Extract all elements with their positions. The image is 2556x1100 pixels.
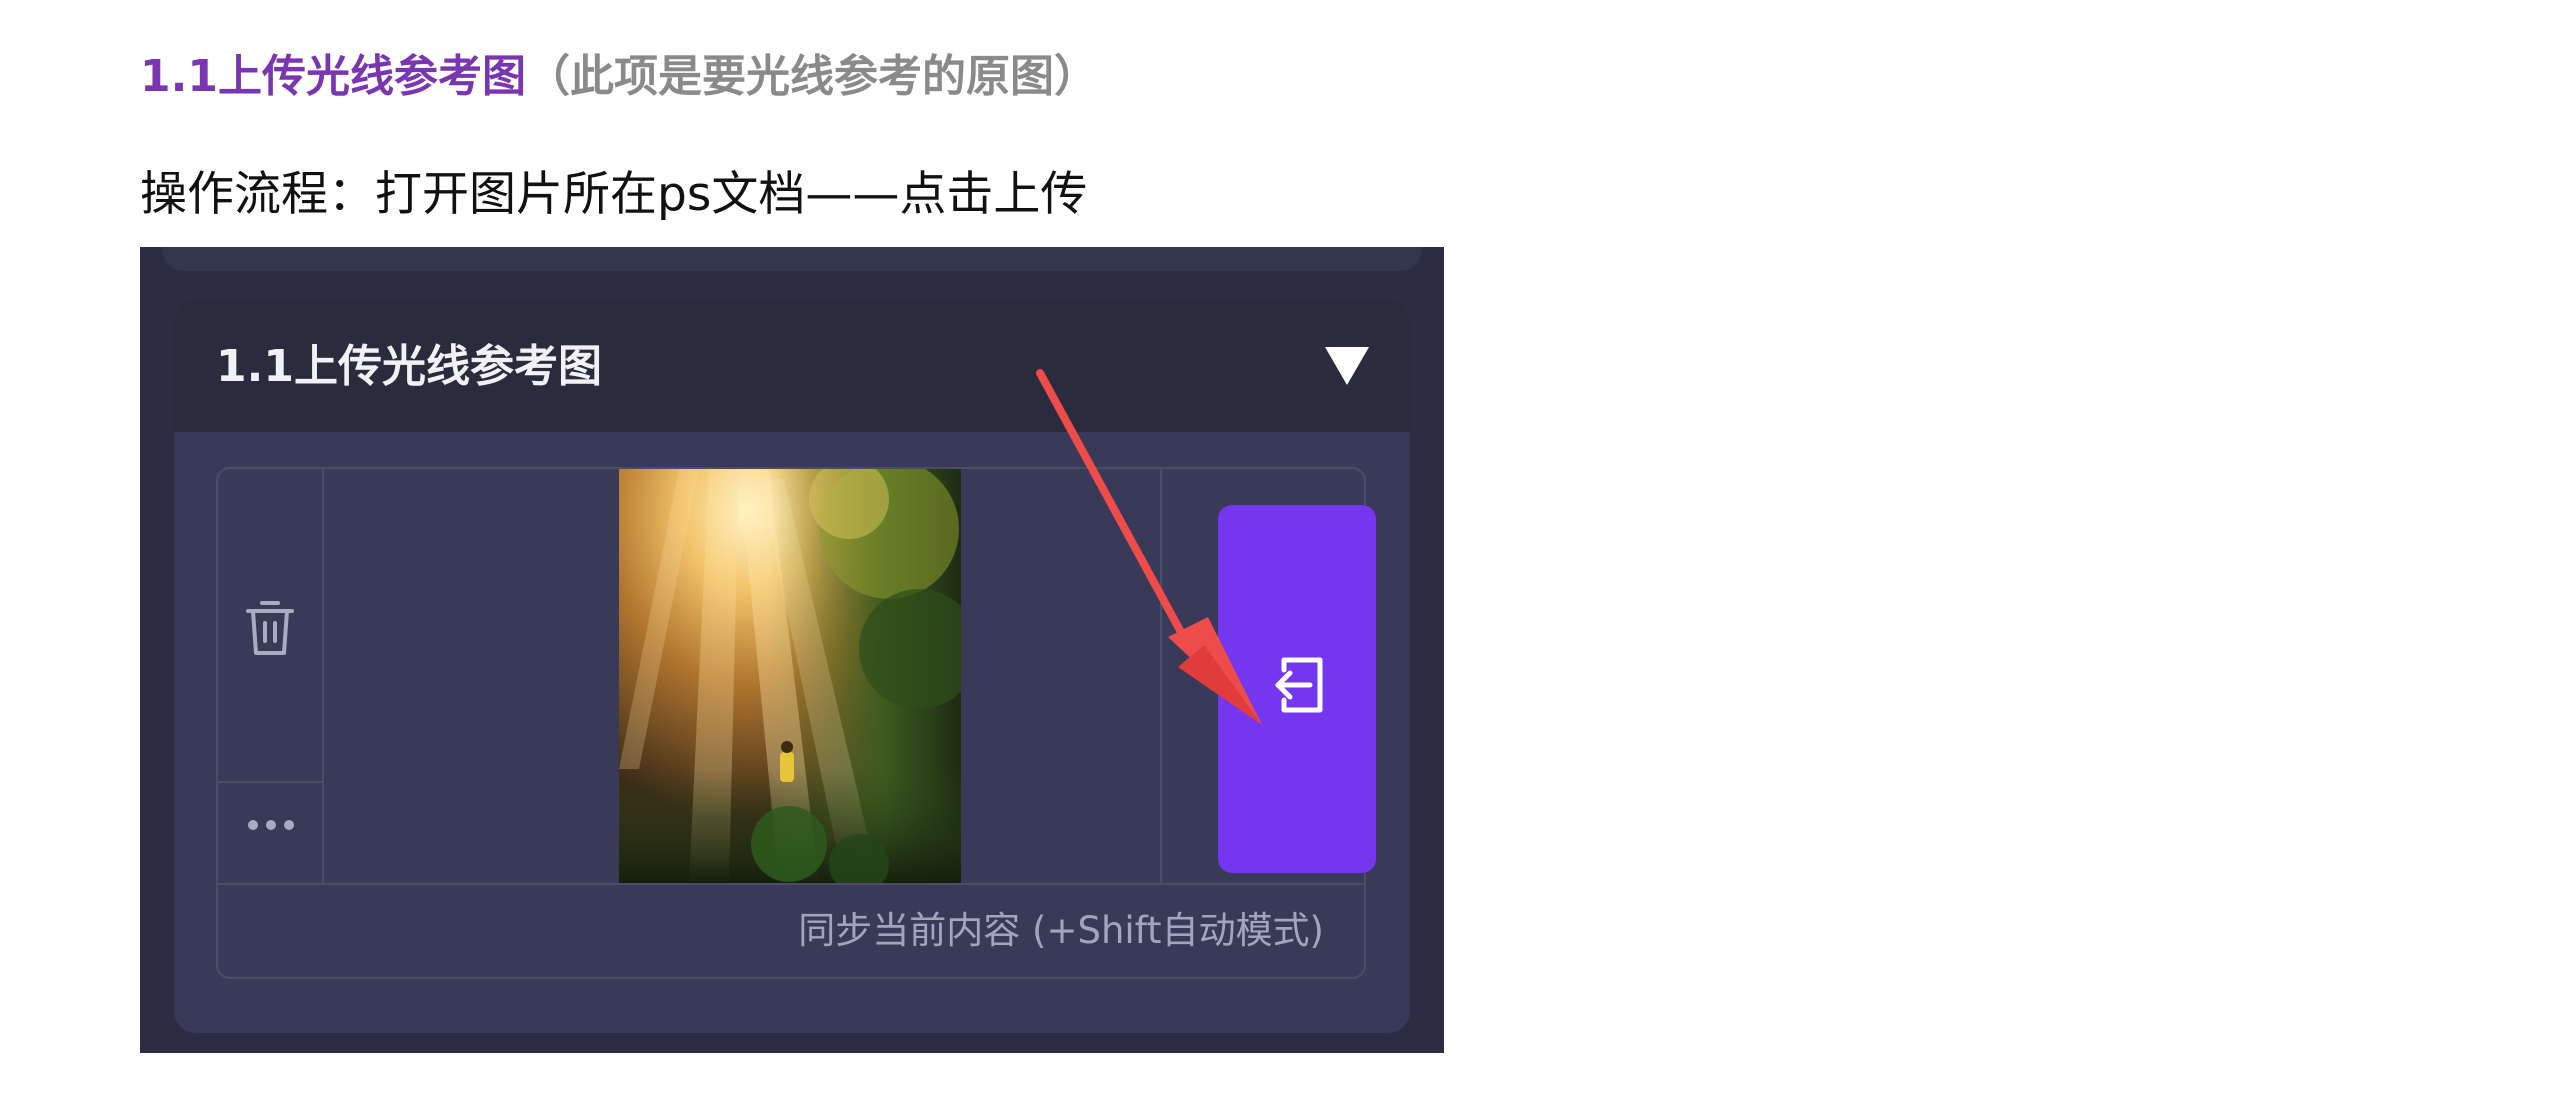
card-tool-rail [218,469,324,883]
upload-sync-icon [1270,650,1330,720]
upload-button[interactable] [1218,505,1376,873]
trash-icon[interactable] [242,595,298,659]
reference-image-card: 同步当前内容 (+Shift自动模式) [216,467,1366,979]
ellipsis-icon[interactable] [240,805,302,845]
panel-title: 1.1上传光线参考图 [216,341,602,392]
section-heading: 1.1上传光线参考图（此项是要光线参考的原图） [140,44,1098,110]
section-heading-title: 1.1上传光线参考图 [140,51,526,102]
rail-divider [218,781,322,783]
light-reference-thumbnail [619,469,961,883]
panel-header[interactable]: 1.1上传光线参考图 [174,299,1410,432]
triangle-down-icon[interactable] [1322,344,1372,388]
card-right-divider [1160,469,1162,883]
sync-current-content-link[interactable]: 同步当前内容 (+Shift自动模式) [798,905,1324,957]
card-footer: 同步当前内容 (+Shift自动模式) [218,883,1364,977]
plugin-screenshot: 1.1上传光线参考图 同步当前内容 (+Shift自动模式) [140,247,1444,1053]
section-heading-note: （此项是要光线参考的原图） [525,51,1098,102]
previous-panel-edge [162,247,1422,271]
instruction-text: 操作流程：打开图片所在ps文档——点击上传 [140,167,1088,222]
